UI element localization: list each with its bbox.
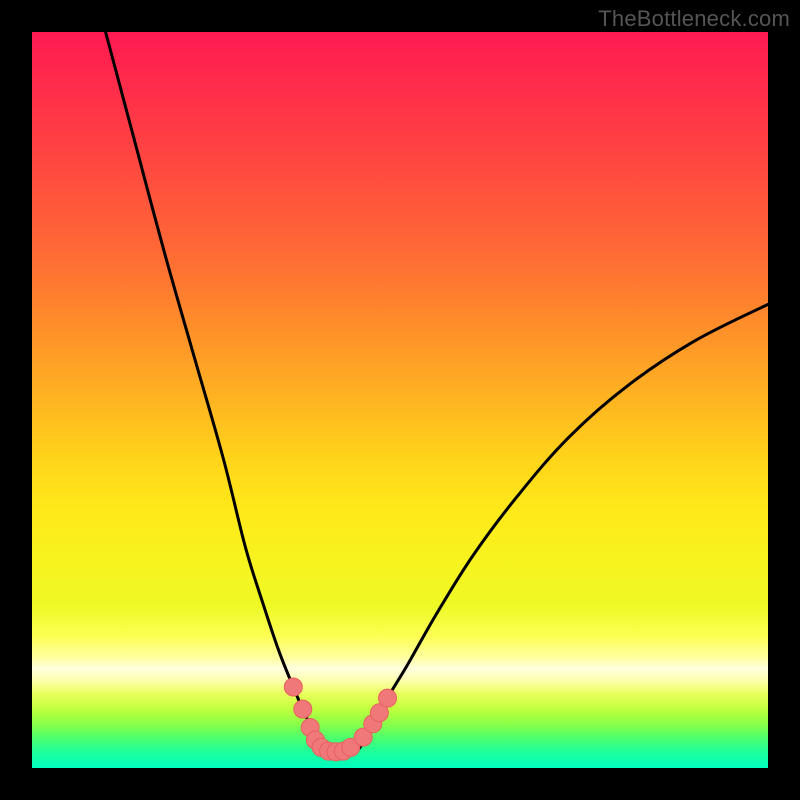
- series-right-curve: [356, 304, 768, 753]
- watermark-text: TheBottleneck.com: [598, 6, 790, 32]
- series-left-curve: [106, 32, 327, 753]
- chart-frame: TheBottleneck.com: [0, 0, 800, 800]
- data-marker: [294, 700, 312, 718]
- plot-area: [32, 32, 768, 768]
- curve-layer: [32, 32, 768, 768]
- data-marker: [284, 678, 302, 696]
- data-marker: [379, 689, 397, 707]
